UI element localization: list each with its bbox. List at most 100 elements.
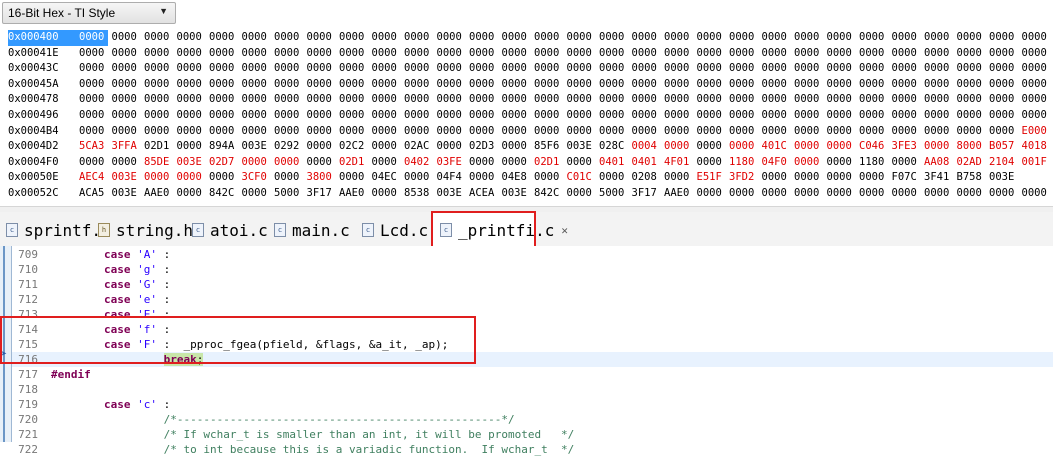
memory-word[interactable]: 0000: [502, 77, 535, 93]
memory-word[interactable]: 0000: [697, 124, 730, 140]
memory-word[interactable]: ACEA: [469, 186, 502, 202]
memory-word[interactable]: 3FE3: [892, 139, 925, 155]
memory-word[interactable]: 0000: [762, 170, 795, 186]
memory-word[interactable]: 003E: [242, 139, 275, 155]
memory-word[interactable]: 0000: [112, 30, 145, 46]
memory-word[interactable]: 0292: [274, 139, 307, 155]
memory-word[interactable]: 0000: [794, 92, 827, 108]
memory-word[interactable]: 0208: [632, 170, 665, 186]
memory-word[interactable]: 0000: [339, 170, 372, 186]
memory-word[interactable]: 0000: [762, 77, 795, 93]
memory-word[interactable]: 0000: [697, 139, 730, 155]
memory-word[interactable]: 0000: [307, 77, 340, 93]
memory-word[interactable]: 0000: [729, 186, 762, 202]
memory-word[interactable]: 0000: [827, 139, 860, 155]
memory-word[interactable]: 0000: [567, 30, 600, 46]
memory-word[interactable]: 0000: [794, 155, 827, 171]
memory-word[interactable]: 04F4: [437, 170, 470, 186]
memory-word[interactable]: 0000: [274, 46, 307, 62]
memory-word[interactable]: 0000: [274, 30, 307, 46]
memory-word[interactable]: 0004: [632, 139, 665, 155]
memory-word[interactable]: 0000: [794, 124, 827, 140]
memory-word[interactable]: 0000: [79, 46, 112, 62]
memory-word[interactable]: 3FD2: [729, 170, 762, 186]
memory-word[interactable]: 0000: [437, 77, 470, 93]
memory-word[interactable]: 0000: [274, 124, 307, 140]
memory-word[interactable]: 0000: [632, 61, 665, 77]
memory-word[interactable]: 0000: [437, 108, 470, 124]
tab-main-c[interactable]: cmain.c: [274, 220, 350, 240]
memory-word[interactable]: 1180: [859, 155, 892, 171]
memory-word[interactable]: 0000: [892, 46, 925, 62]
memory-word[interactable]: 0000: [404, 61, 437, 77]
memory-word[interactable]: 5CA3: [79, 139, 112, 155]
memory-word[interactable]: AAE0: [144, 186, 177, 202]
memory-word[interactable]: 0000: [372, 77, 405, 93]
memory-word[interactable]: 0401: [599, 155, 632, 171]
memory-word[interactable]: 0000: [404, 30, 437, 46]
memory-word[interactable]: 0000: [827, 61, 860, 77]
memory-row[interactable]: 0x00041E00000000000000000000000000000000…: [8, 46, 1053, 62]
memory-word[interactable]: 0000: [177, 170, 210, 186]
memory-word[interactable]: 0000: [729, 108, 762, 124]
memory-word[interactable]: 0000: [209, 61, 242, 77]
memory-word[interactable]: 0000: [794, 186, 827, 202]
memory-word[interactable]: 0000: [729, 30, 762, 46]
memory-word[interactable]: 0000: [697, 186, 730, 202]
memory-word[interactable]: AAE0: [664, 186, 697, 202]
memory-word[interactable]: 0000: [177, 139, 210, 155]
tab-atoi-c[interactable]: catoi.c: [192, 220, 268, 240]
memory-word[interactable]: 0000: [632, 46, 665, 62]
memory-word[interactable]: 0000: [144, 108, 177, 124]
memory-word[interactable]: 0000: [989, 30, 1022, 46]
memory-word[interactable]: 0000: [1022, 186, 1053, 202]
memory-word[interactable]: 0000: [534, 170, 567, 186]
memory-address[interactable]: 0x000478: [8, 92, 79, 108]
memory-word[interactable]: 0000: [664, 92, 697, 108]
memory-word[interactable]: 0000: [534, 77, 567, 93]
memory-word[interactable]: 0000: [469, 46, 502, 62]
memory-word[interactable]: 0000: [859, 170, 892, 186]
memory-word[interactable]: 0000: [79, 61, 112, 77]
memory-word[interactable]: 0000: [79, 108, 112, 124]
memory-word[interactable]: 0000: [339, 92, 372, 108]
memory-word[interactable]: 02AD: [957, 155, 990, 171]
memory-word[interactable]: 003E: [989, 170, 1022, 186]
memory-word[interactable]: 0000: [469, 108, 502, 124]
memory-word[interactable]: 0000: [989, 108, 1022, 124]
memory-word[interactable]: 0000: [794, 170, 827, 186]
memory-word[interactable]: 2104: [989, 155, 1022, 171]
memory-address[interactable]: 0x0004D2: [8, 139, 79, 155]
tab-sprintf-c[interactable]: csprintf.c: [6, 220, 111, 240]
memory-word[interactable]: 0000: [794, 139, 827, 155]
memory-word[interactable]: 0000: [1022, 46, 1053, 62]
memory-word[interactable]: 3F41: [924, 170, 957, 186]
memory-word[interactable]: 0000: [372, 139, 405, 155]
memory-word[interactable]: 04F0: [762, 155, 795, 171]
memory-word[interactable]: 0000: [372, 92, 405, 108]
memory-word[interactable]: F07C: [892, 170, 925, 186]
memory-word[interactable]: 0000: [632, 30, 665, 46]
memory-word[interactable]: 0000: [372, 108, 405, 124]
memory-word[interactable]: 0000: [729, 46, 762, 62]
memory-word[interactable]: 0000: [924, 61, 957, 77]
memory-word[interactable]: 0000: [957, 108, 990, 124]
memory-word[interactable]: 401C: [762, 139, 795, 155]
memory-word[interactable]: E51F: [697, 170, 730, 186]
memory-word[interactable]: 02AC: [404, 139, 437, 155]
memory-word[interactable]: 0000: [827, 77, 860, 93]
memory-word[interactable]: 0000: [274, 92, 307, 108]
memory-word[interactable]: 0000: [372, 61, 405, 77]
memory-word[interactable]: 0000: [469, 77, 502, 93]
memory-word[interactable]: 0000: [112, 155, 145, 171]
memory-row[interactable]: 0x00040000000000000000000000000000000000…: [8, 30, 1053, 46]
memory-word[interactable]: 0000: [794, 61, 827, 77]
memory-word[interactable]: 0000: [274, 108, 307, 124]
memory-word[interactable]: 02C2: [339, 139, 372, 155]
memory-word[interactable]: 0000: [339, 124, 372, 140]
memory-word[interactable]: 0000: [79, 155, 112, 171]
memory-word[interactable]: 0000: [242, 155, 275, 171]
memory-word[interactable]: 0000: [859, 124, 892, 140]
memory-word[interactable]: 0000: [502, 124, 535, 140]
memory-word[interactable]: 0000: [534, 30, 567, 46]
